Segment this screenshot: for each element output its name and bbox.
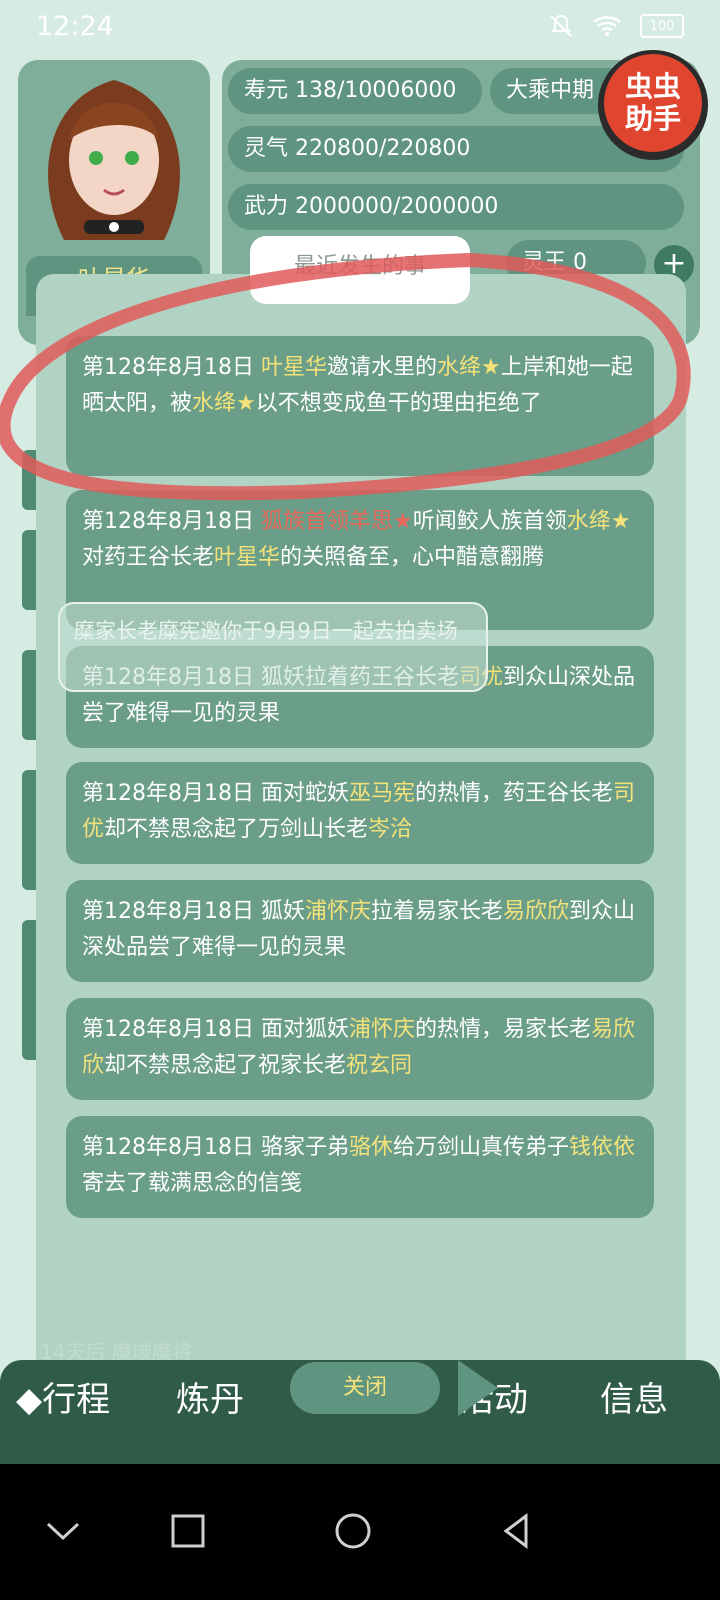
invitation-toast[interactable]: 糜家长老糜宪邀你于9月9日一起去拍卖场 (58, 602, 488, 692)
battery-icon: 100 (640, 14, 684, 38)
event-card: 第128年8月18日 骆家子弟骆休给万剑山真传弟子钱依依寄去了载满思念的信笺 (66, 1116, 654, 1218)
mute-bell-icon (550, 14, 572, 37)
back-triangle-icon[interactable] (492, 1506, 542, 1556)
background-list-edge (22, 650, 36, 740)
event-text: 对药王谷长老 (82, 545, 215, 570)
chevron-down-icon[interactable] (38, 1506, 88, 1556)
nav-itinerary[interactable]: ◆行程 (16, 1370, 110, 1430)
event-text: 却不禁思念起了万剑山长老 (104, 817, 369, 842)
event-card: 第128年8月18日 面对蛇妖巫马宪的热情，药王谷长老司优却不禁思念起了万剑山长… (66, 762, 654, 864)
status-time: 12:24 (36, 10, 114, 42)
event-name-highlight: 浦怀庆 (348, 1017, 415, 1042)
event-text: 的关照备至，心中醋意翻腾 (280, 545, 545, 570)
play-arrow-icon (458, 1360, 498, 1416)
event-text: 的热情，药王谷长老 (415, 781, 614, 806)
event-text: 的热情，易家长老 (415, 1017, 592, 1042)
helper-logo: 虫虫 助手 (604, 54, 702, 152)
event-name-highlight: 钱依依 (569, 1135, 636, 1160)
background-list-edge (22, 920, 36, 1060)
event-text: 给万剑山真传弟子 (393, 1135, 570, 1160)
event-text: 第128年8月18日 面对蛇妖 (82, 781, 349, 806)
nav-alchemy[interactable]: 炼丹 (176, 1370, 244, 1430)
event-text: 却不禁思念起了祝家长老 (104, 1053, 347, 1078)
status-icons: 100 (548, 13, 684, 39)
force-stat: 武力 2000000/2000000 (228, 184, 684, 230)
event-name-highlight: 骆休 (348, 1135, 393, 1160)
system-nav-bar (0, 1464, 720, 1600)
event-name-highlight: 巫马宪 (348, 781, 415, 806)
annotation-circle (0, 252, 691, 501)
event-text: 寄去了载满思念的信笺 (82, 1171, 303, 1196)
event-text: 第128年8月18日 面对狐妖 (82, 1017, 349, 1042)
event-name-highlight: 易欣欣 (503, 899, 570, 924)
event-card: 第128年8月18日 面对狐妖浦怀庆的热情，易家长老易欣欣却不禁思念起了祝家长老… (66, 998, 654, 1100)
lifespan-stat: 寿元 138/10006000 (228, 68, 482, 114)
event-text: 拉着易家长老 (371, 899, 504, 924)
status-bar: 12:24 100 (0, 0, 720, 52)
helper-badge[interactable]: 虫虫 助手 (598, 50, 708, 160)
wifi-icon (593, 16, 621, 36)
event-text: 第128年8月18日 狐妖 (82, 899, 305, 924)
event-text: 第128年8月18日 骆家子弟 (82, 1135, 349, 1160)
event-name-highlight: 浦怀庆 (304, 899, 371, 924)
home-circle-icon[interactable] (328, 1506, 378, 1556)
background-list-edge (22, 770, 36, 890)
event-name-highlight: 叶星华 (214, 545, 281, 570)
character-avatar (48, 80, 180, 240)
nav-info[interactable]: 信息 (600, 1370, 668, 1430)
recents-square-icon[interactable] (163, 1506, 213, 1556)
event-name-highlight: 岑洽 (368, 817, 413, 842)
close-button[interactable]: 关闭 (290, 1362, 440, 1414)
event-card: 第128年8月18日 狐妖浦怀庆拉着易家长老易欣欣到众山深处品尝了难得一见的灵果 (66, 880, 654, 982)
background-list-edge (22, 530, 36, 610)
event-name-highlight: 祝玄同 (346, 1053, 413, 1078)
